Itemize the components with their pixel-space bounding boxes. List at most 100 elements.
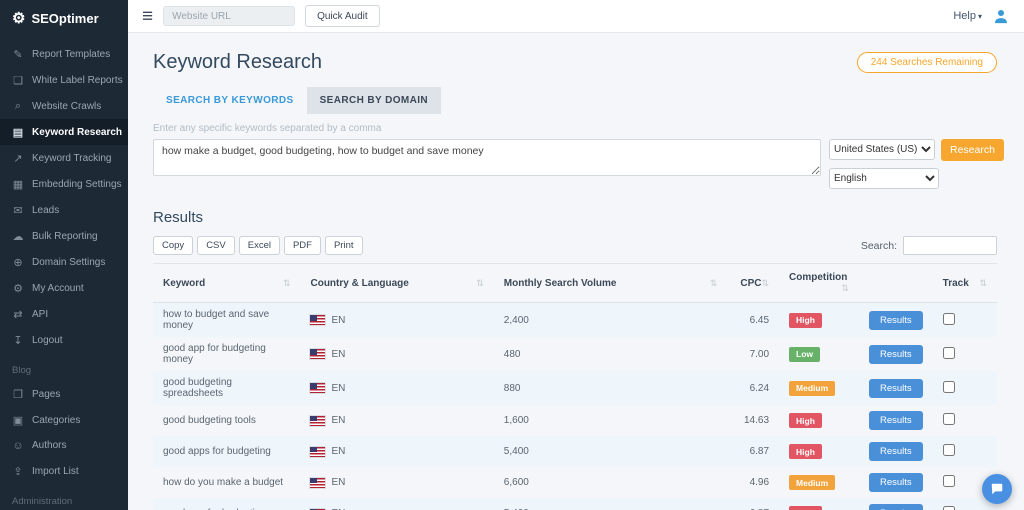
table-search-input[interactable] bbox=[903, 236, 997, 255]
help-label: Help bbox=[953, 10, 976, 22]
language-label: EN bbox=[331, 415, 345, 426]
sidebar-item-my-account[interactable]: ⚙ My Account bbox=[0, 275, 128, 301]
globe-icon: ⊕ bbox=[12, 256, 24, 269]
sidebar: ⚙ SEOptimer ✎ Report Templates ❏ White L… bbox=[0, 0, 128, 510]
header-track[interactable]: Track⇅ bbox=[933, 264, 997, 303]
volume-cell: 2,400 bbox=[494, 303, 727, 338]
sidebar-item-label: Website Crawls bbox=[32, 101, 101, 112]
gear-icon: ⚙ bbox=[12, 282, 24, 295]
cpc-cell: 4.96 bbox=[727, 467, 779, 498]
track-checkbox[interactable] bbox=[943, 444, 955, 456]
track-checkbox[interactable] bbox=[943, 475, 955, 487]
sidebar-item-categories[interactable]: ▣ Categories bbox=[0, 407, 128, 433]
results-button[interactable]: Results bbox=[869, 504, 923, 510]
track-checkbox[interactable] bbox=[943, 381, 955, 393]
sort-icon: ⇅ bbox=[476, 278, 484, 289]
header-cpc[interactable]: ⇅CPC bbox=[727, 264, 779, 303]
sidebar-section-blog: Blog bbox=[0, 353, 128, 381]
hamburger-menu-icon[interactable]: ≡ bbox=[142, 7, 153, 26]
language-select[interactable]: English bbox=[829, 168, 939, 189]
volume-cell: 880 bbox=[494, 371, 727, 405]
app-logo[interactable]: ⚙ SEOptimer bbox=[0, 0, 128, 37]
research-button[interactable]: Research bbox=[941, 139, 1004, 161]
track-checkbox[interactable] bbox=[943, 313, 955, 325]
header-competition[interactable]: Competition⇅ bbox=[779, 264, 859, 303]
tab-search-by-keywords[interactable]: SEARCH BY KEYWORDS bbox=[153, 87, 307, 114]
upload-icon: ⇪ bbox=[12, 465, 24, 478]
sidebar-item-import-list[interactable]: ⇪ Import List bbox=[0, 458, 128, 484]
header-keyword[interactable]: Keyword⇅ bbox=[153, 264, 300, 303]
sidebar-section-administration: Administration bbox=[0, 484, 128, 510]
sidebar-item-website-crawls[interactable]: ⌕ Website Crawls bbox=[0, 93, 128, 119]
sidebar-item-logout[interactable]: ↧ Logout bbox=[0, 327, 128, 353]
sidebar-item-authors[interactable]: ☺ Authors bbox=[0, 433, 128, 458]
api-icon: ⇄ bbox=[12, 308, 24, 321]
chevron-down-icon: ▾ bbox=[978, 12, 982, 21]
keyword-cell: how to budget and save money bbox=[153, 303, 300, 338]
keyword-cell: good budgeting tools bbox=[153, 405, 300, 436]
table-row: good app for budgeting EN 5,400 6.87 Hig… bbox=[153, 498, 997, 510]
searches-remaining-badge: 244 Searches Remaining bbox=[857, 52, 997, 73]
country-select[interactable]: United States (US) bbox=[829, 139, 935, 160]
sidebar-item-api[interactable]: ⇄ API bbox=[0, 301, 128, 327]
cpc-cell: 14.63 bbox=[727, 405, 779, 436]
sidebar-item-keyword-tracking[interactable]: ↗ Keyword Tracking bbox=[0, 145, 128, 171]
sidebar-item-pages[interactable]: ❐ Pages bbox=[0, 381, 128, 407]
results-button[interactable]: Results bbox=[869, 311, 923, 330]
results-button[interactable]: Results bbox=[869, 379, 923, 398]
keywords-input[interactable]: how make a budget, good budgeting, how t… bbox=[153, 139, 821, 176]
sidebar-item-label: Report Templates bbox=[32, 49, 110, 60]
results-button[interactable]: Results bbox=[869, 345, 923, 364]
sidebar-item-label: Pages bbox=[32, 389, 60, 400]
sidebar-item-label: Embedding Settings bbox=[32, 179, 122, 190]
results-button[interactable]: Results bbox=[869, 473, 923, 492]
competition-badge: Medium bbox=[789, 381, 835, 396]
track-checkbox[interactable] bbox=[943, 347, 955, 359]
us-flag-icon bbox=[310, 447, 325, 457]
sidebar-item-leads[interactable]: ✉ Leads bbox=[0, 197, 128, 223]
sidebar-item-bulk-reporting[interactable]: ☁ Bulk Reporting bbox=[0, 223, 128, 249]
pdf-button[interactable]: PDF bbox=[284, 236, 321, 255]
header-results bbox=[859, 264, 933, 303]
keyword-cell: good budgeting spreadsheets bbox=[153, 371, 300, 405]
competition-badge: Medium bbox=[789, 475, 835, 490]
sidebar-item-label: White Label Reports bbox=[32, 75, 123, 86]
table-search-label: Search: bbox=[861, 240, 897, 252]
header-monthly-search-volume[interactable]: Monthly Search Volume⇅ bbox=[494, 264, 727, 303]
sidebar-item-label: API bbox=[32, 309, 48, 320]
excel-button[interactable]: Excel bbox=[239, 236, 280, 255]
website-url-input[interactable] bbox=[163, 6, 295, 26]
header-country-language[interactable]: Country & Language⇅ bbox=[300, 264, 493, 303]
help-menu[interactable]: Help▾ bbox=[953, 10, 982, 22]
tab-search-by-domain[interactable]: SEARCH BY DOMAIN bbox=[307, 87, 441, 114]
cpc-cell: 6.87 bbox=[727, 498, 779, 510]
table-row: good budgeting tools EN 1,600 14.63 High… bbox=[153, 405, 997, 436]
sidebar-item-keyword-research[interactable]: ▤ Keyword Research bbox=[0, 119, 128, 145]
results-button[interactable]: Results bbox=[869, 442, 923, 461]
track-checkbox[interactable] bbox=[943, 506, 955, 510]
print-button[interactable]: Print bbox=[325, 236, 363, 255]
chat-widget-button[interactable] bbox=[982, 474, 1012, 504]
keyword-cell: good app for budgeting money bbox=[153, 337, 300, 371]
us-flag-icon bbox=[310, 383, 325, 393]
volume-cell: 480 bbox=[494, 337, 727, 371]
sidebar-item-report-templates[interactable]: ✎ Report Templates bbox=[0, 41, 128, 67]
cpc-cell: 6.24 bbox=[727, 371, 779, 405]
competition-badge: High bbox=[789, 313, 822, 328]
chat-bubble-icon bbox=[990, 482, 1004, 496]
copy-button[interactable]: Copy bbox=[153, 236, 193, 255]
quick-audit-button[interactable]: Quick Audit bbox=[305, 5, 380, 27]
results-button[interactable]: Results bbox=[869, 411, 923, 430]
sidebar-item-domain-settings[interactable]: ⊕ Domain Settings bbox=[0, 249, 128, 275]
folder-icon: ▣ bbox=[12, 414, 24, 427]
sidebar-item-white-label-reports[interactable]: ❏ White Label Reports bbox=[0, 67, 128, 93]
cpc-cell: 7.00 bbox=[727, 337, 779, 371]
user-account-icon[interactable] bbox=[992, 7, 1010, 25]
sidebar-item-embedding-settings[interactable]: ▦ Embedding Settings bbox=[0, 171, 128, 197]
track-checkbox[interactable] bbox=[943, 413, 955, 425]
volume-cell: 5,400 bbox=[494, 436, 727, 467]
competition-badge: High bbox=[789, 506, 822, 510]
csv-button[interactable]: CSV bbox=[197, 236, 235, 255]
users-icon: ☺ bbox=[12, 440, 24, 452]
trend-icon: ↗ bbox=[12, 152, 24, 165]
